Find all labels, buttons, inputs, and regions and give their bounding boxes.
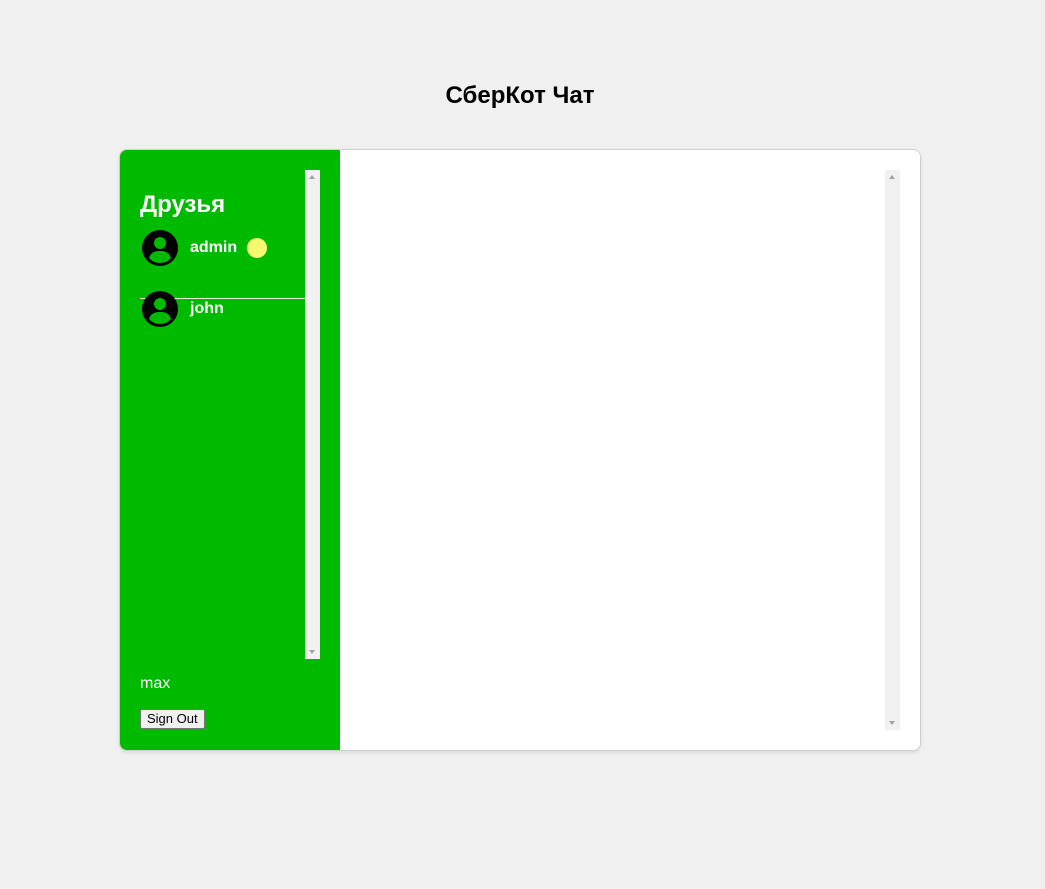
scroll-up-arrow-icon[interactable]	[309, 175, 315, 179]
sign-out-button[interactable]: Sign Out	[140, 709, 205, 729]
user-avatar-icon	[142, 291, 178, 327]
messages-scrollbar[interactable]	[885, 170, 900, 730]
friend-item-john[interactable]: john	[140, 289, 305, 329]
online-status-indicator	[247, 238, 268, 258]
scroll-down-arrow-icon[interactable]	[889, 721, 895, 725]
scroll-down-arrow-icon[interactable]	[309, 650, 315, 654]
friend-name: john	[190, 300, 224, 317]
current-user-name: max	[140, 675, 171, 692]
friends-scrollbar[interactable]	[305, 170, 320, 659]
friends-heading: Друзья	[140, 191, 226, 218]
friend-name: admin	[190, 239, 238, 256]
friends-panel: Друзья admin john	[140, 170, 320, 659]
user-avatar-icon	[142, 230, 178, 266]
messages-panel	[360, 170, 900, 730]
chat-area	[340, 150, 920, 750]
friends-list: Друзья admin john	[140, 170, 305, 659]
page-title: СберКот Чат	[445, 82, 595, 109]
sidebar: Друзья admin john max Sign Out	[120, 150, 340, 750]
friend-item-admin[interactable]: admin	[140, 228, 305, 268]
scroll-up-arrow-icon[interactable]	[889, 175, 895, 179]
chat-window: Друзья admin john max Sign Out	[120, 150, 920, 750]
